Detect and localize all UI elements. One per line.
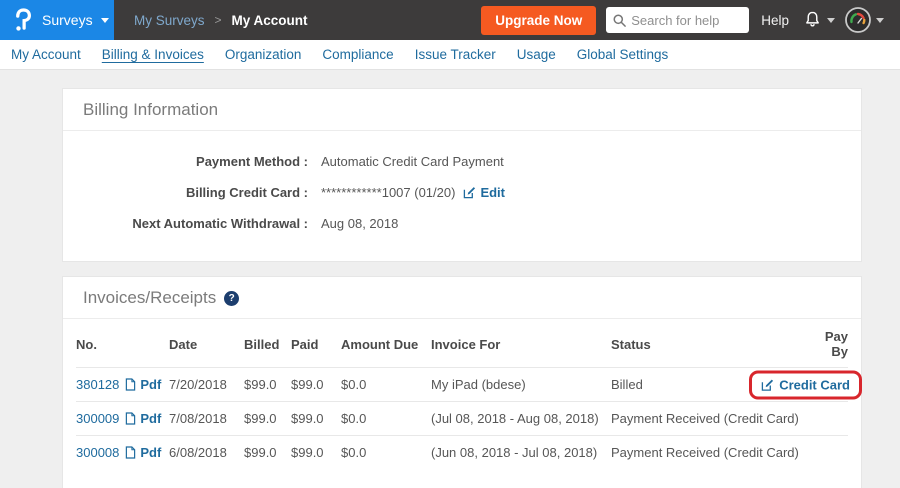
- next-withdrawal-value: Aug 08, 2018: [321, 216, 398, 231]
- breadcrumb: My Surveys > My Account: [134, 13, 308, 28]
- chevron-down-icon: [101, 18, 109, 23]
- pay-by-credit-card-link[interactable]: Credit Card: [761, 377, 850, 392]
- product-menu-label: Surveys: [42, 12, 93, 28]
- payment-method-row: Payment Method : Automatic Credit Card P…: [63, 146, 861, 177]
- invoice-date: 7/08/2018: [169, 402, 244, 436]
- invoice-number-link[interactable]: 300008: [76, 445, 119, 460]
- upgrade-now-button[interactable]: Upgrade Now: [481, 6, 596, 35]
- bell-icon: [803, 10, 822, 30]
- tab-global-settings[interactable]: Global Settings: [576, 45, 670, 64]
- breadcrumb-my-account: My Account: [232, 13, 308, 28]
- invoice-date: 6/08/2018: [169, 436, 244, 470]
- invoice-paid: $99.0: [291, 436, 341, 470]
- invoice-amount-due: $0.0: [341, 436, 431, 470]
- col-pay-by: Pay By: [807, 319, 848, 368]
- tab-my-account[interactable]: My Account: [10, 45, 82, 64]
- questionpro-logo-icon: [12, 7, 33, 33]
- chevron-down-icon: [827, 18, 835, 23]
- billing-credit-card-row: Billing Credit Card : ************1007 (…: [63, 177, 861, 208]
- breadcrumb-my-surveys[interactable]: My Surveys: [134, 13, 205, 28]
- invoices-receipts-header: Invoices/Receipts ?: [63, 277, 861, 319]
- page-content: Billing Information Payment Method : Aut…: [0, 70, 900, 488]
- invoice-number-link[interactable]: 300009: [76, 411, 119, 426]
- billing-info-rows: Payment Method : Automatic Credit Card P…: [63, 131, 861, 261]
- pdf-file-icon: [125, 412, 136, 425]
- invoice-for: (Jun 08, 2018 - Jul 08, 2018): [431, 436, 611, 470]
- invoice-number-link[interactable]: 380128: [76, 377, 119, 392]
- payment-method-value: Automatic Credit Card Payment: [321, 154, 504, 169]
- pdf-link-label: Pdf: [140, 445, 161, 460]
- invoice-row-300008: 300008 Pdf: [76, 436, 848, 470]
- help-circle-icon[interactable]: ?: [224, 291, 239, 306]
- col-billed: Billed: [244, 319, 291, 368]
- billing-credit-card-value: ************1007 (01/20) Edit: [321, 185, 505, 200]
- edit-pencil-icon: [463, 186, 476, 199]
- invoices-receipts-title: Invoices/Receipts: [83, 288, 216, 308]
- pdf-link[interactable]: Pdf: [125, 411, 161, 426]
- invoice-billed: $99.0: [244, 436, 291, 470]
- search-input[interactable]: [631, 13, 743, 28]
- pay-by-credit-card-label: Credit Card: [779, 377, 850, 392]
- col-amount-due: Amount Due: [341, 319, 431, 368]
- topbar: Surveys My Surveys > My Account Upgrade …: [0, 0, 900, 40]
- invoice-row-300009: 300009 Pdf: [76, 402, 848, 436]
- invoices-header-row: No. Date Billed Paid Amount Due Invoice …: [76, 319, 848, 368]
- help-search[interactable]: [606, 7, 749, 33]
- invoices-receipts-card: Invoices/Receipts ? No. Date Billed Paid…: [62, 276, 862, 488]
- invoice-amount-due: $0.0: [341, 402, 431, 436]
- invoice-billed: $99.0: [244, 402, 291, 436]
- edit-credit-card-link[interactable]: Edit: [463, 185, 505, 200]
- pdf-link-label: Pdf: [140, 411, 161, 426]
- col-status: Status: [611, 319, 807, 368]
- invoice-pay-by-cell: [807, 436, 848, 470]
- invoice-paid: $99.0: [291, 402, 341, 436]
- col-date: Date: [169, 319, 244, 368]
- payment-method-label: Payment Method :: [63, 154, 308, 169]
- breadcrumb-separator: >: [215, 13, 222, 27]
- invoice-row-380128: 380128 Pdf: [76, 368, 848, 402]
- col-invoice-for: Invoice For: [431, 319, 611, 368]
- tab-organization[interactable]: Organization: [224, 45, 303, 64]
- invoice-billed: $99.0: [244, 368, 291, 402]
- col-no: No.: [76, 319, 169, 368]
- edit-link-label: Edit: [480, 185, 505, 200]
- notifications-button[interactable]: [803, 10, 835, 30]
- invoice-for: (Jul 08, 2018 - Aug 08, 2018): [431, 402, 611, 436]
- invoice-paid: $99.0: [291, 368, 341, 402]
- pdf-file-icon: [125, 446, 136, 459]
- invoice-pay-by-cell: [807, 402, 848, 436]
- tab-compliance[interactable]: Compliance: [321, 45, 394, 64]
- pdf-link[interactable]: Pdf: [125, 445, 161, 460]
- invoice-pay-by-cell: Credit Card: [807, 368, 848, 402]
- billing-information-card: Billing Information Payment Method : Aut…: [62, 88, 862, 262]
- tab-usage[interactable]: Usage: [516, 45, 557, 64]
- next-withdrawal-row: Next Automatic Withdrawal : Aug 08, 2018: [63, 208, 861, 239]
- pdf-link[interactable]: Pdf: [125, 377, 161, 392]
- search-icon: [612, 13, 627, 28]
- invoice-date: 7/20/2018: [169, 368, 244, 402]
- invoices-table: No. Date Billed Paid Amount Due Invoice …: [76, 319, 848, 469]
- tab-issue-tracker[interactable]: Issue Tracker: [414, 45, 497, 64]
- invoice-amount-due: $0.0: [341, 368, 431, 402]
- tab-billing-invoices[interactable]: Billing & Invoices: [101, 45, 205, 64]
- invoice-for: My iPad (bdese): [431, 368, 611, 402]
- pdf-file-icon: [125, 378, 136, 391]
- billing-information-title: Billing Information: [63, 89, 861, 131]
- card-number-masked: ************1007 (01/20): [321, 185, 455, 200]
- avatar: [845, 7, 871, 33]
- pdf-link-label: Pdf: [140, 377, 161, 392]
- help-link[interactable]: Help: [761, 13, 789, 28]
- invoice-status: Payment Received (Credit Card): [611, 436, 807, 470]
- billing-credit-card-label: Billing Credit Card :: [63, 185, 308, 200]
- invoice-status: Payment Received (Credit Card): [611, 402, 807, 436]
- product-menu[interactable]: Surveys: [0, 0, 114, 40]
- edit-pencil-icon: [761, 378, 774, 391]
- col-paid: Paid: [291, 319, 341, 368]
- chevron-down-icon: [876, 18, 884, 23]
- account-menu[interactable]: [845, 7, 884, 33]
- next-withdrawal-label: Next Automatic Withdrawal :: [63, 216, 308, 231]
- account-nav-tabs: My Account Billing & Invoices Organizati…: [0, 40, 900, 70]
- credit-card-highlight-annotation: Credit Card: [749, 370, 862, 399]
